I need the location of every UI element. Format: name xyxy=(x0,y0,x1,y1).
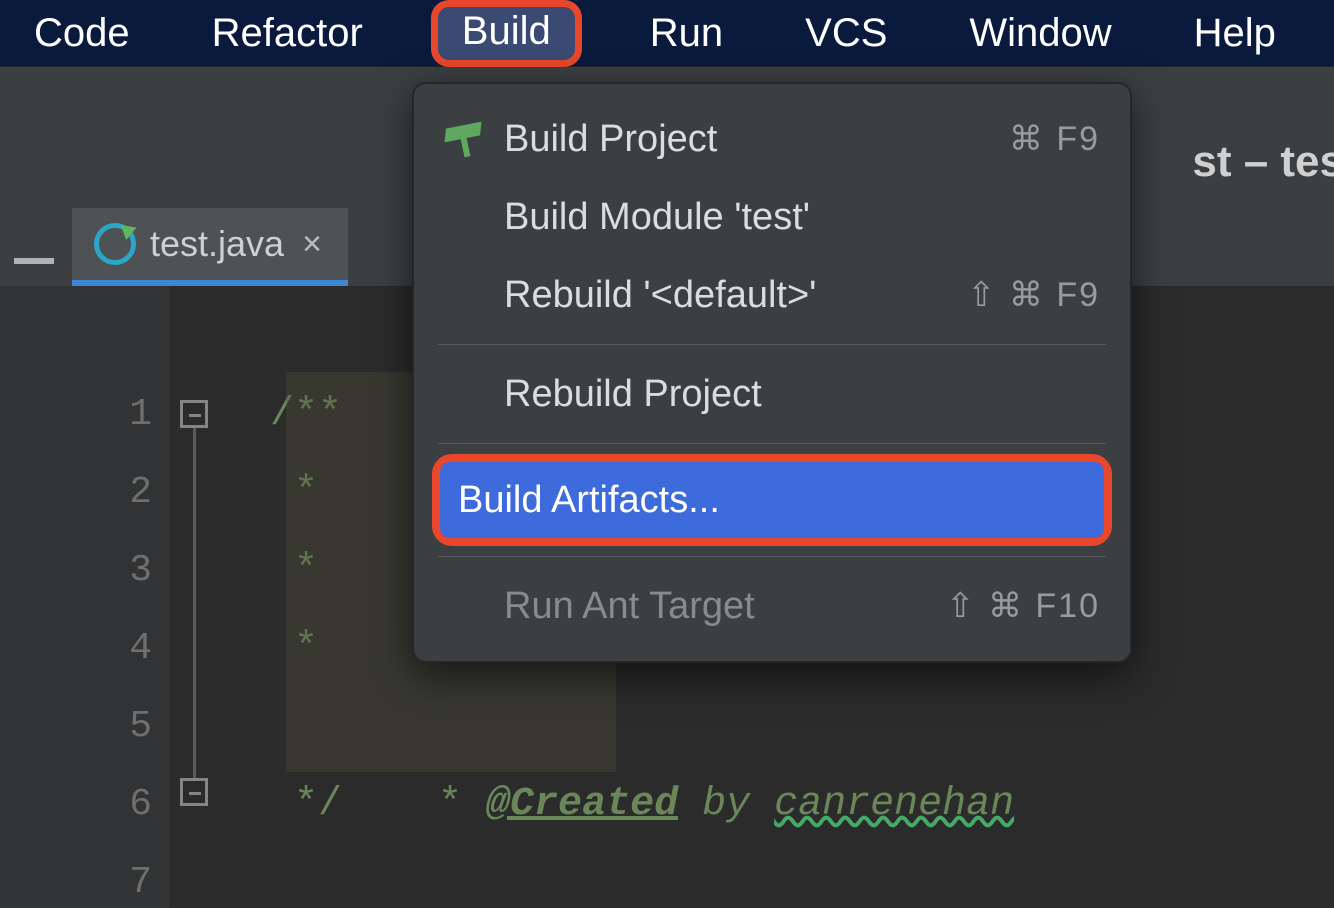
menu-separator xyxy=(438,443,1106,444)
menu-item-label: Rebuild Project xyxy=(504,373,1100,416)
keyboard-shortcut: ⇧ ⌘ F10 xyxy=(946,586,1100,626)
code-text: * xyxy=(270,626,342,671)
editor-tabs: test.java × xyxy=(72,208,348,286)
menu-refactor[interactable]: Refactor xyxy=(198,5,377,62)
code-text: * xyxy=(414,782,486,827)
menu-item-label: Build Artifacts... xyxy=(458,479,1074,522)
menu-build-module[interactable]: Build Module 'test' xyxy=(414,178,1130,256)
menu-help[interactable]: Help xyxy=(1180,5,1290,62)
collapse-icon[interactable] xyxy=(14,258,54,264)
line-number: 6 xyxy=(0,766,170,844)
menu-code[interactable]: Code xyxy=(20,5,144,62)
menu-build-artifacts[interactable]: Build Artifacts... xyxy=(440,462,1104,538)
window-title-fragment: st – tes xyxy=(1192,137,1334,187)
code-text: by xyxy=(678,782,774,827)
code-text: * xyxy=(270,548,342,593)
author-name: canrenehan xyxy=(774,782,1014,827)
build-dropdown-menu: Build Project ⌘ F9 Build Module 'test' R… xyxy=(412,82,1132,663)
menu-window[interactable]: Window xyxy=(955,5,1125,62)
menu-vcs[interactable]: VCS xyxy=(791,5,901,62)
menu-separator xyxy=(438,344,1106,345)
close-icon[interactable]: × xyxy=(298,225,326,264)
menu-build[interactable]: Build xyxy=(431,0,582,67)
menu-item-label: Run Ant Target xyxy=(504,585,926,628)
menu-build-project[interactable]: Build Project ⌘ F9 xyxy=(414,100,1130,178)
code-text: * xyxy=(270,470,342,515)
line-number: 1 xyxy=(0,376,170,454)
menubar: Code Refactor Build Run VCS Window Help xyxy=(0,0,1334,66)
java-class-icon xyxy=(94,223,136,265)
tab-filename: test.java xyxy=(150,223,284,265)
menu-separator xyxy=(438,556,1106,557)
tab-test-java[interactable]: test.java × xyxy=(72,208,348,286)
menu-item-label: Rebuild '<default>' xyxy=(504,274,947,317)
code-text: /** xyxy=(270,392,342,437)
javadoc-tag: @Created xyxy=(486,782,678,827)
line-number: 4 xyxy=(0,610,170,688)
line-number: 7 xyxy=(0,844,170,908)
code-text: */ xyxy=(270,782,342,827)
highlight-annotation: Build Artifacts... xyxy=(432,454,1112,546)
menu-run-ant-target: Run Ant Target ⇧ ⌘ F10 xyxy=(414,567,1130,645)
menu-item-label: Build Module 'test' xyxy=(504,196,1100,239)
line-number: 3 xyxy=(0,532,170,610)
line-number: 2 xyxy=(0,454,170,532)
line-number: 5 xyxy=(0,688,170,766)
line-number-gutter: 1 2 3 4 5 6 7 xyxy=(0,286,170,908)
hammer-icon xyxy=(444,119,484,159)
keyboard-shortcut: ⇧ ⌘ F9 xyxy=(967,275,1100,315)
menu-item-label: Build Project xyxy=(504,118,989,161)
keyboard-shortcut: ⌘ F9 xyxy=(1009,119,1100,159)
menu-rebuild-project[interactable]: Rebuild Project xyxy=(414,355,1130,433)
menu-rebuild-default[interactable]: Rebuild '<default>' ⇧ ⌘ F9 xyxy=(414,256,1130,334)
menu-run[interactable]: Run xyxy=(636,5,737,62)
